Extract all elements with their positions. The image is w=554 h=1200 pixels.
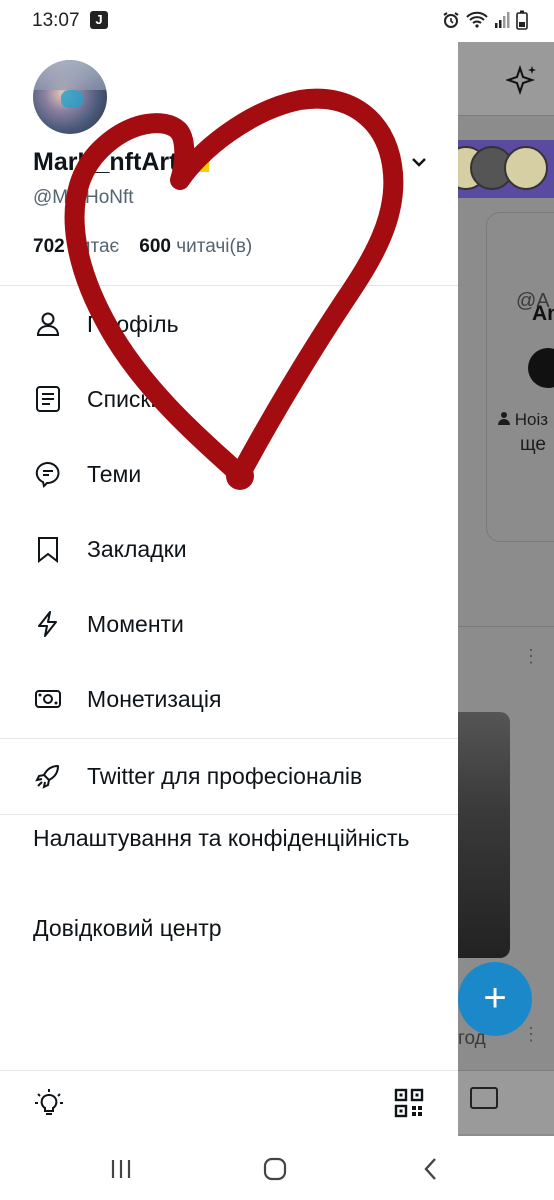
followers-count: 600 — [139, 236, 171, 257]
divider — [0, 814, 458, 815]
following-label: читає — [69, 236, 120, 257]
display-name-text: MarH_nftArt — [33, 148, 178, 176]
bg-header — [458, 42, 554, 116]
more-icon[interactable]: ⋮ — [522, 1024, 540, 1045]
bg-bottom-nav — [458, 1070, 554, 1134]
bookmark-icon — [38, 537, 58, 563]
avatar[interactable] — [33, 60, 107, 134]
menu-item-label: Профіль — [87, 310, 179, 337]
divider — [0, 1070, 458, 1071]
menu-item-monetization[interactable]: Монетизація — [0, 662, 458, 736]
messages-icon[interactable] — [470, 1087, 498, 1109]
more-icon[interactable]: ⋮ — [522, 646, 540, 667]
display-name[interactable]: MarH_nftArt — [33, 148, 210, 177]
menu-item-bookmarks[interactable]: Закладки — [0, 512, 458, 586]
menu-item-label: Моменти — [87, 610, 184, 637]
menu-item-moments[interactable]: Моменти — [0, 587, 458, 661]
topics-icon — [35, 461, 60, 488]
bg-avatar-circle — [504, 146, 548, 190]
menu-item-lists[interactable]: Списки — [0, 362, 458, 436]
followers-link[interactable]: 600 читачі(в) — [139, 236, 252, 258]
help-center-link[interactable]: Довідковий центр — [33, 912, 433, 944]
bg-text-line1-label: Ноіз — [514, 410, 549, 429]
person-small-icon — [498, 412, 510, 425]
alarm-icon — [443, 12, 459, 28]
menu-item-topics[interactable]: Теми — [0, 437, 458, 511]
ukraine-flag-icon — [179, 152, 210, 172]
status-icons — [442, 10, 528, 30]
bg-text-line2: ще — [520, 434, 546, 455]
bg-text-line1: Ноіз — [498, 410, 548, 430]
app-notification-icon: J — [90, 11, 108, 29]
divider — [0, 285, 458, 286]
avatar-hair — [33, 60, 107, 90]
home-icon[interactable] — [260, 1154, 290, 1184]
sparkle-icon[interactable] — [506, 64, 538, 96]
person-icon — [36, 312, 60, 336]
settings-privacy-link[interactable]: Налаштування та конфіденційність — [33, 822, 433, 854]
lightning-icon — [38, 611, 57, 637]
battery-icon — [516, 10, 528, 30]
followers-label: читачі(в) — [176, 236, 253, 257]
menu-item-profile[interactable]: Профіль — [0, 287, 458, 361]
status-bar: 13:07 J — [0, 0, 554, 42]
signal-icon — [495, 12, 510, 28]
navigation-drawer: MarH_nftArt @MarHoNft 702 читає 600 чита… — [0, 42, 458, 1136]
list-icon — [36, 386, 60, 412]
system-nav-bar — [0, 1136, 554, 1200]
wifi-icon — [466, 11, 488, 28]
compose-fab-button[interactable]: + — [458, 962, 532, 1036]
avatar-accent — [61, 90, 83, 108]
bg-divider — [458, 626, 554, 627]
rocket-icon — [35, 765, 59, 789]
money-icon — [35, 690, 61, 708]
bg-handle-fragment: @A — [516, 290, 550, 312]
menu-item-professional[interactable]: Twitter для професіоналів — [0, 739, 458, 813]
menu-item-label: Теми — [87, 460, 142, 487]
qr-code-icon[interactable] — [394, 1088, 424, 1118]
background-timeline[interactable]: An @A Ноіз ще ⋮ год ⋮ + — [458, 42, 554, 1200]
menu-item-label: Twitter для професіоналів — [87, 762, 363, 789]
bg-post-image[interactable] — [458, 712, 510, 958]
chevron-down-icon[interactable] — [410, 155, 428, 169]
status-time: 13:07 — [32, 10, 80, 31]
menu-item-label: Закладки — [87, 535, 187, 562]
lightbulb-icon[interactable] — [34, 1088, 64, 1118]
following-count: 702 — [33, 236, 65, 257]
back-icon[interactable] — [416, 1154, 446, 1184]
following-link[interactable]: 702 читає — [33, 236, 119, 258]
menu-item-label: Монетизація — [87, 685, 222, 712]
user-handle: @MarHoNft — [33, 187, 134, 208]
recent-apps-icon[interactable] — [106, 1154, 136, 1184]
follow-stats: 702 читає 600 читачі(в) — [33, 236, 252, 258]
menu-item-label: Списки — [87, 385, 164, 412]
